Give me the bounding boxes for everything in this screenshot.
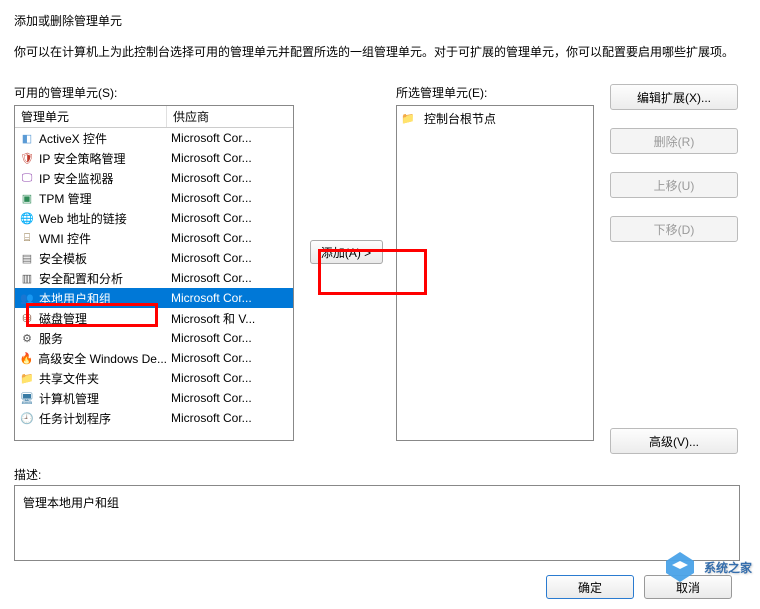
snapin-icon: 🖵 xyxy=(19,170,35,186)
snapin-name: 共享文件夹 xyxy=(39,370,99,387)
list-item[interactable]: ⛁磁盘管理 Microsoft 和 V... xyxy=(15,308,293,328)
snapin-vendor: Microsoft Cor... xyxy=(167,391,293,405)
snapin-name: 服务 xyxy=(39,330,63,347)
snapin-icon: ▤ xyxy=(19,250,35,266)
snapin-icon: ▣ xyxy=(19,190,35,206)
snapin-icon: 📁 xyxy=(19,370,35,386)
snapin-icon: ▥ xyxy=(19,270,35,286)
description-box: 管理本地用户和组 xyxy=(14,485,740,561)
snapin-vendor: Microsoft Cor... xyxy=(167,171,293,185)
list-item[interactable]: 🖵IP 安全监视器 Microsoft Cor... xyxy=(15,168,293,188)
snapin-icon: ⌸ xyxy=(19,230,35,246)
snapin-vendor: Microsoft 和 V... xyxy=(167,310,293,327)
snapin-name: 安全配置和分析 xyxy=(39,270,123,287)
ok-button[interactable]: 确定 xyxy=(546,575,634,599)
available-header: 管理单元 供应商 xyxy=(15,106,293,128)
list-item[interactable]: 📁共享文件夹 Microsoft Cor... xyxy=(15,368,293,388)
snapin-vendor: Microsoft Cor... xyxy=(167,251,293,265)
available-listview[interactable]: 管理单元 供应商 ◧ActiveX 控件Microsoft Cor...🛡IP … xyxy=(14,105,294,441)
add-button[interactable]: 添加(A) > xyxy=(310,240,383,264)
instruction-text: 你可以在计算机上为此控制台选择可用的管理单元并配置所选的一组管理单元。对于可扩展… xyxy=(14,43,746,60)
list-item[interactable]: 🛡IP 安全策略管理 Microsoft Cor... xyxy=(15,148,293,168)
dialog-title: 添加或删除管理单元 xyxy=(14,12,746,29)
advanced-button[interactable]: 高级(V)... xyxy=(610,428,738,454)
list-item[interactable]: 🌐Web 地址的链接 Microsoft Cor... xyxy=(15,208,293,228)
move-up-button: 上移(U) xyxy=(610,172,738,198)
snapin-vendor: Microsoft Cor... xyxy=(167,151,293,165)
list-item[interactable]: 🕘任务计划程序 Microsoft Cor... xyxy=(15,408,293,428)
description-label: 描述: xyxy=(14,466,746,483)
list-item[interactable]: 🔥高级安全 Windows De...Microsoft Cor... xyxy=(15,348,293,368)
snapin-vendor: Microsoft Cor... xyxy=(167,271,293,285)
snapin-vendor: Microsoft Cor... xyxy=(167,331,293,345)
snapin-icon: 🖥 xyxy=(19,390,35,406)
remove-button: 删除(R) xyxy=(610,128,738,154)
tree-root-label: 控制台根节点 xyxy=(424,110,496,127)
folder-icon: 📁 xyxy=(400,110,416,126)
list-item[interactable]: ⌸WMI 控件 Microsoft Cor... xyxy=(15,228,293,248)
list-item[interactable]: ▥安全配置和分析 Microsoft Cor... xyxy=(15,268,293,288)
snapin-name: 任务计划程序 xyxy=(39,410,111,427)
snapin-vendor: Microsoft Cor... xyxy=(167,191,293,205)
list-item[interactable]: 🖥计算机管理 Microsoft Cor... xyxy=(15,388,293,408)
column-name[interactable]: 管理单元 xyxy=(15,106,167,127)
list-item[interactable]: ▤安全模板 Microsoft Cor... xyxy=(15,248,293,268)
list-item[interactable]: ▣TPM 管理 Microsoft Cor... xyxy=(15,188,293,208)
snapin-vendor: Microsoft Cor... xyxy=(167,291,293,305)
snapin-name: TPM 管理 xyxy=(39,190,92,207)
snapin-name: ActiveX 控件 xyxy=(39,130,107,147)
snapin-vendor: Microsoft Cor... xyxy=(167,231,293,245)
selected-treeview[interactable]: 📁 控制台根节点 xyxy=(396,105,594,441)
snapin-icon: 🌐 xyxy=(19,210,35,226)
snapin-vendor: Microsoft Cor... xyxy=(167,131,293,145)
column-vendor[interactable]: 供应商 xyxy=(167,106,293,127)
snapin-name: Web 地址的链接 xyxy=(39,210,127,227)
snapin-icon: 👥 xyxy=(19,290,35,306)
snapin-name: WMI 控件 xyxy=(39,230,91,247)
snapin-name: 计算机管理 xyxy=(39,390,99,407)
snapin-name: IP 安全策略管理 xyxy=(39,150,125,167)
snapin-icon: ◧ xyxy=(19,130,35,146)
edit-extensions-button[interactable]: 编辑扩展(X)... xyxy=(610,84,738,110)
snapin-icon: 🕘 xyxy=(19,410,35,426)
cancel-button[interactable]: 取消 xyxy=(644,575,732,599)
snapin-vendor: Microsoft Cor... xyxy=(167,211,293,225)
snapin-icon: ⛁ xyxy=(19,310,35,326)
snapin-vendor: Microsoft Cor... xyxy=(167,371,293,385)
snapin-vendor: Microsoft Cor... xyxy=(167,411,293,425)
snapin-icon: 🔥 xyxy=(19,350,34,366)
tree-root[interactable]: 📁 控制台根节点 xyxy=(400,109,590,127)
available-label: 可用的管理单元(S): xyxy=(14,84,296,101)
snapin-name: 磁盘管理 xyxy=(39,310,87,327)
description-text: 管理本地用户和组 xyxy=(23,496,119,510)
list-item[interactable]: 👥本地用户和组 Microsoft Cor... xyxy=(15,288,293,308)
selected-label: 所选管理单元(E): xyxy=(396,84,594,101)
move-down-button: 下移(D) xyxy=(610,216,738,242)
snapin-name: 本地用户和组 xyxy=(39,290,111,307)
snapin-vendor: Microsoft Cor... xyxy=(167,351,293,365)
snapin-name: IP 安全监视器 xyxy=(39,170,113,187)
snapin-name: 高级安全 Windows De... xyxy=(38,350,167,367)
snapin-icon: ⚙ xyxy=(19,330,35,346)
snapin-name: 安全模板 xyxy=(39,250,87,267)
snapin-icon: 🛡 xyxy=(19,150,35,166)
list-item[interactable]: ⚙服务 Microsoft Cor... xyxy=(15,328,293,348)
list-item[interactable]: ◧ActiveX 控件 Microsoft Cor... xyxy=(15,128,293,148)
